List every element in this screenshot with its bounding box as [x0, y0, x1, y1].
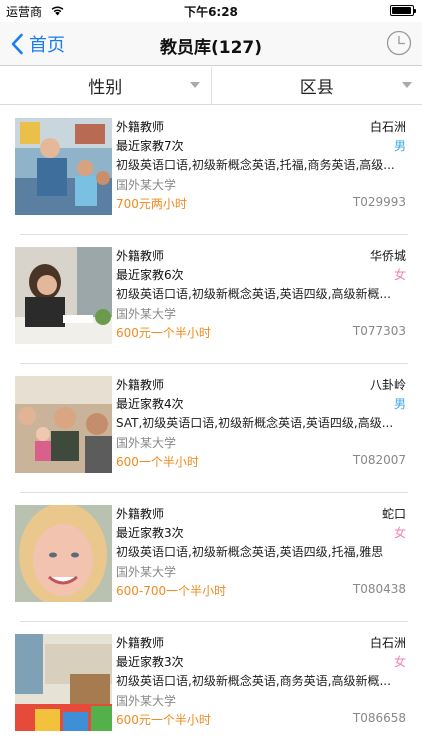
- teacher-list: 外籍教师 白石洲 最近家教7次 男 初级英语口语,初级新概念英语,托福,商务英语…: [0, 106, 422, 750]
- teacher-district: 华侨城: [369, 249, 406, 263]
- teacher-school: 国外某大学: [116, 694, 177, 708]
- district-filter[interactable]: 区县: [210, 67, 422, 104]
- district-filter-label: 区县: [299, 78, 334, 98]
- teacher-district: 八卦岭: [369, 378, 406, 392]
- teacher-subjects: SAT,初级英语口语,初级新概念英语,英语四级,高级...: [116, 416, 394, 430]
- status-time: 下午6:28: [184, 5, 238, 19]
- teacher-type: 外籍教师: [116, 378, 165, 392]
- gender-filter[interactable]: 性别: [0, 67, 211, 104]
- teacher-subjects: 初级英语口语,初级新概念英语,托福,商务英语,高级...: [116, 158, 395, 172]
- teacher-school: 国外某大学: [116, 178, 177, 192]
- teacher-gender: 女: [393, 268, 406, 282]
- teacher-price: 600一个半小时: [116, 455, 199, 469]
- teacher-photo: [15, 247, 112, 344]
- teacher-id: T080438: [352, 582, 406, 596]
- clock-icon[interactable]: [386, 30, 412, 56]
- teacher-tutor-count: 最近家教6次: [116, 268, 184, 282]
- teacher-school: 国外某大学: [116, 565, 177, 579]
- page-title: 教员库(127): [159, 38, 263, 58]
- teacher-row[interactable]: 外籍教师 白石洲 最近家教7次 男 初级英语口语,初级新概念英语,托福,商务英语…: [0, 106, 422, 235]
- teacher-photo: [15, 505, 112, 602]
- teacher-id: T029993: [352, 195, 406, 209]
- teacher-price: 600元一个半小时: [116, 713, 211, 727]
- teacher-gender: 男: [393, 397, 406, 411]
- gender-filter-label: 性别: [88, 78, 123, 98]
- teacher-photo: [15, 118, 112, 215]
- teacher-price: 600-700一个半小时: [116, 584, 227, 598]
- teacher-photo: [15, 634, 112, 731]
- teacher-price: 700元两小时: [116, 197, 187, 211]
- teacher-tutor-count: 最近家教7次: [116, 139, 184, 153]
- teacher-row[interactable]: 外籍教师 八卦岭 最近家教4次 男 SAT,初级英语口语,初级新概念英语,英语四…: [0, 364, 422, 493]
- teacher-type: 外籍教师: [116, 507, 165, 521]
- dropdown-arrow-icon: [189, 82, 200, 88]
- battery-icon: [390, 5, 416, 16]
- teacher-tutor-count: 最近家教3次: [116, 655, 184, 669]
- teacher-id: T082007: [352, 453, 406, 467]
- filter-bar: 性别 区县: [0, 67, 422, 105]
- teacher-row[interactable]: 外籍教师 蛇口 最近家教3次 女 初级英语口语,初级新概念英语,英语四级,托福,…: [0, 493, 422, 622]
- teacher-district: 白石洲: [369, 120, 406, 134]
- teacher-tutor-count: 最近家教4次: [116, 397, 184, 411]
- teacher-price: 600元一个半小时: [116, 326, 211, 340]
- teacher-row[interactable]: 外籍教师 华侨城 最近家教6次 女 初级英语口语,初级新概念英语,英语四级,高级…: [0, 235, 422, 364]
- teacher-subjects: 初级英语口语,初级新概念英语,商务英语,高级新概...: [116, 674, 391, 688]
- teacher-row[interactable]: 外籍教师 白石洲 最近家教3次 女 初级英语口语,初级新概念英语,商务英语,高级…: [0, 622, 422, 750]
- teacher-type: 外籍教师: [116, 249, 165, 263]
- teacher-id: T077303: [352, 324, 406, 338]
- dropdown-arrow-icon: [402, 82, 412, 88]
- status-bar: 运营商 下午6:28: [0, 0, 422, 22]
- teacher-type: 外籍教师: [116, 120, 165, 134]
- teacher-gender: 女: [393, 655, 406, 669]
- teacher-type: 外籍教师: [116, 636, 165, 650]
- teacher-photo: [15, 376, 112, 473]
- teacher-subjects: 初级英语口语,初级新概念英语,英语四级,托福,雅思: [116, 545, 384, 559]
- teacher-district: 蛇口: [381, 507, 406, 521]
- nav-bar: 首页 教员库(127): [0, 22, 422, 66]
- teacher-gender: 男: [393, 139, 406, 153]
- teacher-school: 国外某大学: [116, 436, 177, 450]
- teacher-tutor-count: 最近家教3次: [116, 526, 184, 540]
- teacher-gender: 女: [393, 526, 406, 540]
- teacher-id: T086658: [352, 711, 406, 725]
- teacher-subjects: 初级英语口语,初级新概念英语,英语四级,高级新概...: [116, 287, 391, 301]
- teacher-school: 国外某大学: [116, 307, 177, 321]
- teacher-district: 白石洲: [369, 636, 406, 650]
